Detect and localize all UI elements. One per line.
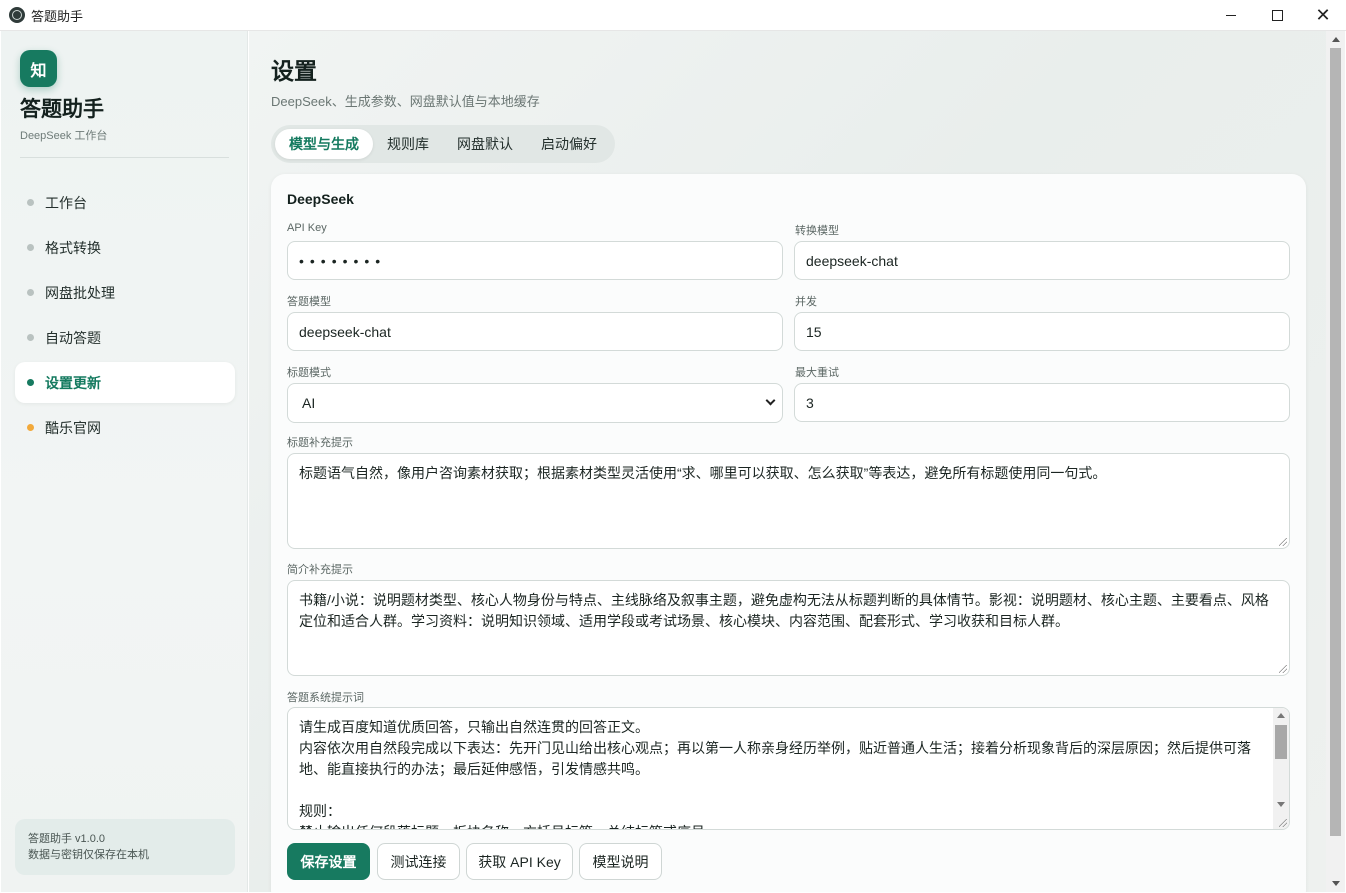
sidebar: 知 答题助手 DeepSeek 工作台 工作台 格式转换 网盘批处理 自动答题 … xyxy=(1,31,248,892)
sidebar-item-label: 网盘批处理 xyxy=(45,284,115,301)
system-prompt-label: 答题系统提示词 xyxy=(287,692,364,704)
page-scrollbar[interactable] xyxy=(1326,31,1345,892)
app-name: 答题助手 xyxy=(20,98,104,121)
api-key-input[interactable]: •••••••• xyxy=(287,241,783,280)
answer-model-label: 答题模型 xyxy=(287,296,331,308)
sidebar-item-workbench[interactable]: 工作台 xyxy=(15,182,235,223)
version-info: 答题助手 v1.0.0 数据与密钥仅保存在本机 xyxy=(15,819,235,875)
intro-hint-label: 简介补充提示 xyxy=(287,564,353,576)
dot-icon xyxy=(27,424,34,431)
max-retry-label: 最大重试 xyxy=(795,367,839,379)
system-prompt-line: 内容依次用自然段完成以下表达：先开门见山给出核心观点；再以第一人称亲身经历举例，… xyxy=(299,740,1251,777)
answer-model-input[interactable]: deepseek-chat xyxy=(287,312,783,351)
model-help-button[interactable]: 模型说明 xyxy=(579,843,662,880)
scroll-up-icon[interactable] xyxy=(1277,713,1285,718)
settings-card: DeepSeek API Key •••••••• 转换模型 deepseek-… xyxy=(271,174,1306,892)
api-key-label: API Key xyxy=(287,222,327,234)
textarea-scrollbar[interactable] xyxy=(1273,708,1289,829)
title-hint-text: 标题语气自然，像用户咨询素材获取；根据素材类型灵活使用“求、哪里可以获取、怎么获… xyxy=(299,465,1107,481)
system-prompt-line: 禁止输出任何段落标题、板块名称、方括号标签、总结标签或序号。 xyxy=(299,822,1255,829)
window-controls: ✕ xyxy=(1208,0,1346,31)
concurrency-label: 并发 xyxy=(795,296,817,308)
resize-grip-icon[interactable] xyxy=(1279,665,1287,673)
app-subtitle: DeepSeek 工作台 xyxy=(20,130,108,142)
minimize-icon[interactable] xyxy=(1208,0,1254,31)
page-title: 设置 xyxy=(271,58,317,84)
sidebar-divider xyxy=(20,157,229,158)
scroll-thumb[interactable] xyxy=(1275,725,1287,759)
title-mode-value: AI xyxy=(302,395,316,411)
dot-icon xyxy=(27,244,34,251)
intro-hint-text: 书籍/小说：说明题材类型、核心人物身份与特点、主线脉络及叙事主题，避免虚构无法从… xyxy=(299,592,1269,629)
sidebar-item-netdisk-batch[interactable]: 网盘批处理 xyxy=(15,272,235,313)
test-connection-button[interactable]: 测试连接 xyxy=(377,843,460,880)
save-settings-button[interactable]: 保存设置 xyxy=(287,843,370,880)
storage-note: 数据与密钥仅保存在本机 xyxy=(28,849,149,861)
window-title: 答题助手 xyxy=(31,8,84,24)
sidebar-item-settings[interactable]: 设置更新 xyxy=(15,362,235,403)
main-content: 设置 DeepSeek、生成参数、网盘默认值与本地缓存 模型与生成 规则库 网盘… xyxy=(249,31,1326,892)
sidebar-item-label: 自动答题 xyxy=(45,329,101,346)
title-bar: 答题助手 ✕ xyxy=(0,0,1346,31)
dot-icon xyxy=(27,379,34,386)
resize-grip-icon[interactable] xyxy=(1279,819,1287,827)
title-hint-label: 标题补充提示 xyxy=(287,437,353,449)
settings-tabs: 模型与生成 规则库 网盘默认 启动偏好 xyxy=(271,125,615,163)
max-retry-input[interactable]: 3 xyxy=(794,383,1290,422)
version-text: 答题助手 v1.0.0 xyxy=(28,833,106,845)
system-prompt-line: 请生成百度知道优质回答，只输出自然连贯的回答正文。 xyxy=(299,719,649,735)
sidebar-item-format-convert[interactable]: 格式转换 xyxy=(15,227,235,268)
dot-icon xyxy=(27,289,34,296)
title-mode-select[interactable]: AI xyxy=(287,383,783,423)
tab-rules[interactable]: 规则库 xyxy=(373,129,443,159)
convert-model-input[interactable]: deepseek-chat xyxy=(794,241,1290,280)
chevron-down-icon xyxy=(765,395,776,406)
intro-hint-textarea[interactable]: 书籍/小说：说明题材类型、核心人物身份与特点、主线脉络及叙事主题，避免虚构无法从… xyxy=(287,580,1290,676)
close-icon[interactable]: ✕ xyxy=(1300,0,1346,31)
system-prompt-line: 规则： xyxy=(299,803,341,819)
sidebar-item-label: 酷乐官网 xyxy=(45,419,101,436)
title-hint-textarea[interactable]: 标题语气自然，像用户咨询素材获取；根据素材类型灵活使用“求、哪里可以获取、怎么获… xyxy=(287,453,1290,549)
sidebar-item-label: 工作台 xyxy=(45,194,87,211)
sidebar-item-website[interactable]: 酷乐官网 xyxy=(15,407,235,448)
dot-icon xyxy=(27,199,34,206)
scroll-down-icon[interactable] xyxy=(1277,802,1285,807)
dot-icon xyxy=(27,334,34,341)
sidebar-item-auto-answer[interactable]: 自动答题 xyxy=(15,317,235,358)
tab-startup[interactable]: 启动偏好 xyxy=(527,129,611,159)
sidebar-nav: 工作台 格式转换 网盘批处理 自动答题 设置更新 酷乐官网 xyxy=(15,182,235,452)
sidebar-item-label: 格式转换 xyxy=(45,239,101,256)
app-logo: 知 xyxy=(20,50,57,87)
maximize-icon[interactable] xyxy=(1254,0,1300,31)
title-mode-label: 标题模式 xyxy=(287,367,331,379)
scroll-up-icon[interactable] xyxy=(1332,37,1340,42)
system-prompt-line xyxy=(299,780,1255,801)
tab-model-generation[interactable]: 模型与生成 xyxy=(275,129,373,159)
resize-grip-icon[interactable] xyxy=(1279,538,1287,546)
system-prompt-textarea[interactable]: 请生成百度知道优质回答，只输出自然连贯的回答正文。 内容依次用自然段完成以下表达… xyxy=(287,707,1290,830)
convert-model-label: 转换模型 xyxy=(795,225,839,237)
page-subtitle: DeepSeek、生成参数、网盘默认值与本地缓存 xyxy=(271,94,540,109)
app-icon xyxy=(9,7,25,23)
concurrency-input[interactable]: 15 xyxy=(794,312,1290,351)
sidebar-item-label: 设置更新 xyxy=(45,374,101,391)
scroll-down-icon[interactable] xyxy=(1332,881,1340,886)
section-title: DeepSeek xyxy=(287,191,354,207)
get-api-key-button[interactable]: 获取 API Key xyxy=(466,843,573,880)
tab-netdisk-defaults[interactable]: 网盘默认 xyxy=(443,129,527,159)
scroll-thumb[interactable] xyxy=(1330,48,1341,836)
